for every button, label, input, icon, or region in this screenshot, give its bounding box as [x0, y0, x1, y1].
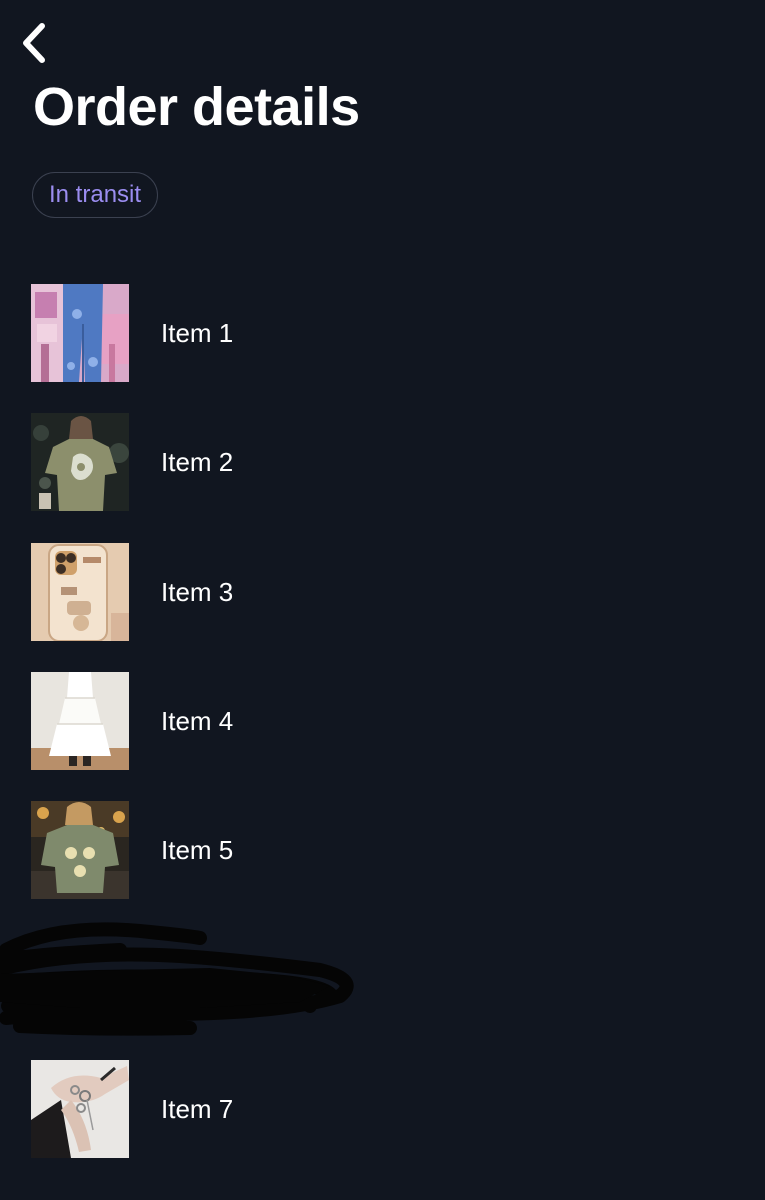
- item-label: Item 1: [161, 317, 234, 348]
- silver-rings-photo: [31, 1060, 129, 1158]
- list-item[interactable]: Item 2: [31, 413, 731, 511]
- item-label: Item 2: [161, 446, 234, 477]
- item-thumbnail: [31, 672, 129, 770]
- item-label: Item 5: [161, 834, 234, 865]
- redaction-scribble: [0, 922, 354, 1036]
- blue-jeans-photo: [31, 284, 129, 382]
- item-label: Item 4: [161, 705, 234, 736]
- item-thumbnail: [31, 543, 129, 641]
- item-label: Item 7: [161, 1093, 234, 1124]
- olive-graphic-tee-photo: [31, 413, 129, 511]
- item-thumbnail: [31, 1060, 129, 1158]
- item-thumbnail: [31, 413, 129, 511]
- list-item[interactable]: Item 5: [31, 801, 731, 899]
- item-thumbnail: [31, 801, 129, 899]
- list-item[interactable]: Item 1: [31, 284, 731, 382]
- white-tiered-skirt-photo: [31, 672, 129, 770]
- green-skull-tee-photo: [31, 801, 129, 899]
- item-label: Item 3: [161, 576, 234, 607]
- phone-case-photo: [31, 543, 129, 641]
- list-item[interactable]: Item 3: [31, 543, 731, 641]
- list-item[interactable]: Item 7: [31, 1060, 731, 1158]
- item-thumbnail: [31, 284, 129, 382]
- list-item[interactable]: Item 4: [31, 672, 731, 770]
